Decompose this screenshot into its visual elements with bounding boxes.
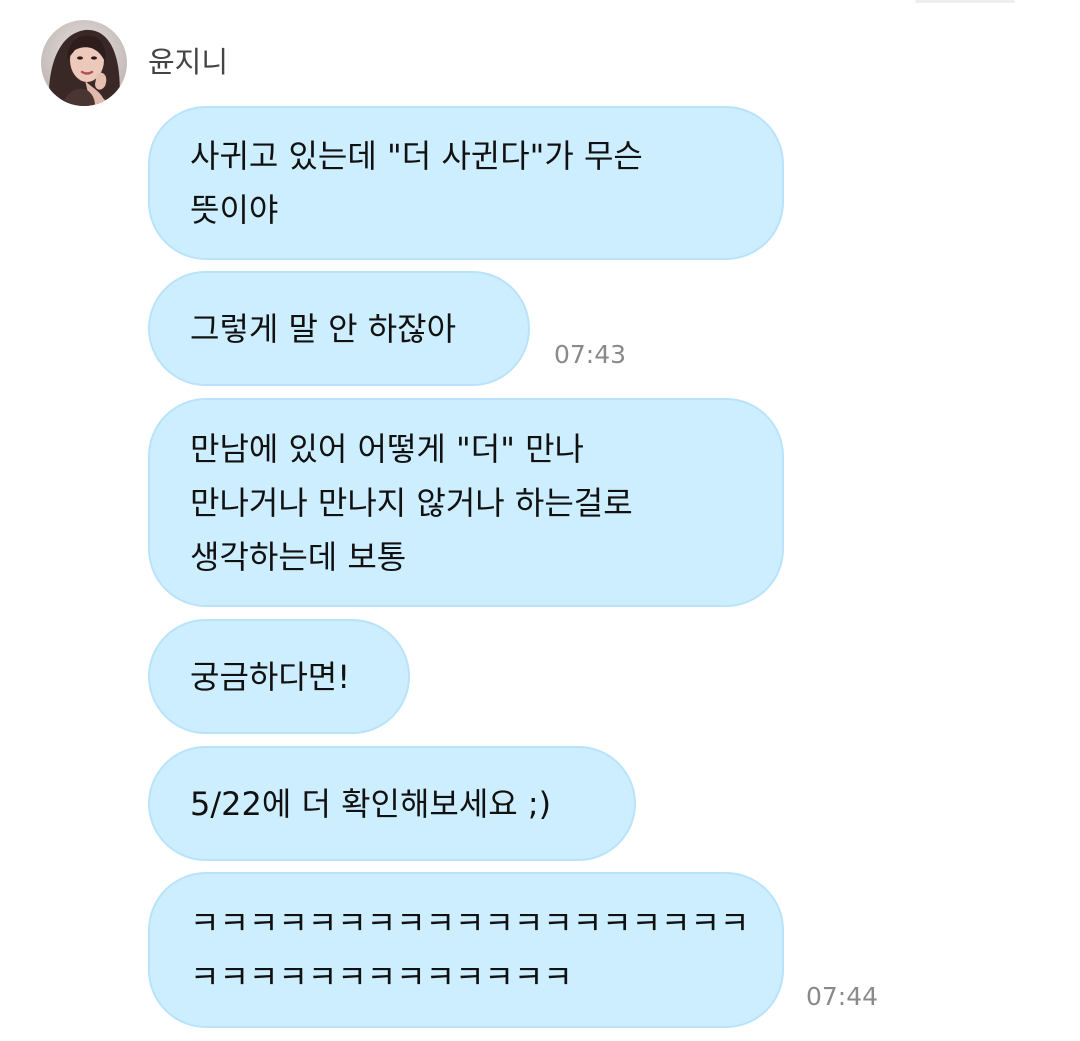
message-text: 5/22에 더 확인해보세요 ;)	[190, 784, 552, 823]
message-text: 만남에 있어 어떻게 "더" 만나 만나거나 만나지 않거나 하는걸로 생각하는…	[190, 429, 633, 576]
message-timestamp: 07:44	[806, 982, 879, 1011]
message-text: 사귀고 있는데 "더 사귄다"가 무슨 뜻이야	[190, 137, 643, 229]
message-bubble[interactable]: 궁금하다면!	[148, 619, 410, 734]
profile-photo-icon	[41, 20, 127, 106]
message-bubble[interactable]: 만남에 있어 어떻게 "더" 만나 만나거나 만나지 않거나 하는걸로 생각하는…	[148, 398, 784, 607]
message-bubble[interactable]: 그렇게 말 안 하잖아	[148, 271, 530, 386]
message-text: ㅋㅋㅋㅋㅋㅋㅋㅋㅋㅋㅋㅋㅋㅋㅋㅋㅋㅋㅋ ㅋㅋㅋㅋㅋㅋㅋㅋㅋㅋㅋㅋㅋ	[190, 904, 750, 996]
sender-name: 윤지니	[148, 45, 229, 79]
message-text: 그렇게 말 안 하잖아	[190, 309, 457, 348]
top-divider	[915, 0, 1015, 3]
message-bubble[interactable]: 5/22에 더 확인해보세요 ;)	[148, 746, 636, 861]
sender-avatar[interactable]	[41, 20, 127, 106]
message-bubble[interactable]: 사귀고 있는데 "더 사귄다"가 무슨 뜻이야	[148, 106, 784, 260]
message-timestamp: 07:43	[554, 340, 627, 369]
message-text: 궁금하다면!	[190, 657, 351, 696]
message-bubble[interactable]: ㅋㅋㅋㅋㅋㅋㅋㅋㅋㅋㅋㅋㅋㅋㅋㅋㅋㅋㅋ ㅋㅋㅋㅋㅋㅋㅋㅋㅋㅋㅋㅋㅋ	[148, 872, 784, 1028]
